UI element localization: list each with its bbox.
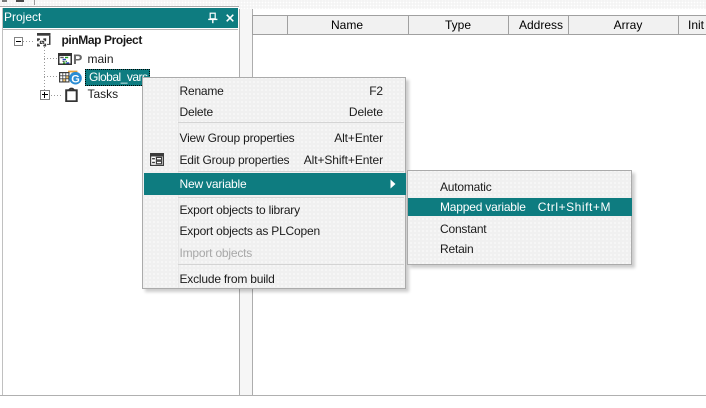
svg-text:G: G <box>71 73 80 85</box>
